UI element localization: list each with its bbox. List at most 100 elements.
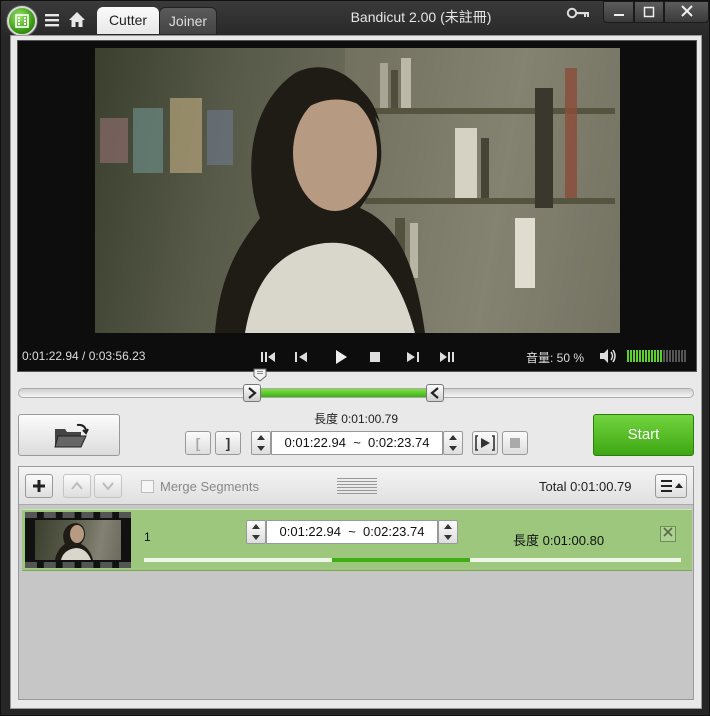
move-up-button[interactable] — [63, 474, 91, 498]
selection-end-handle[interactable] — [426, 384, 444, 402]
prev-keyframe-icon — [261, 352, 275, 362]
folder-open-icon — [54, 423, 89, 448]
next-keyframe-button[interactable] — [436, 347, 458, 367]
volume-level-bar — [663, 350, 665, 362]
merge-segments-label: Merge Segments — [160, 479, 259, 494]
maximize-icon — [643, 6, 655, 18]
segment-progress-bar — [144, 558, 681, 562]
cut-range-field[interactable]: 0:01:22.94 ~ 0:02:23.74 — [271, 431, 443, 455]
segment-row[interactable]: 1 0:01:22.94 ~ 0:02:23.74 長度 0:01:00.80 — [22, 509, 692, 571]
start-button[interactable]: Start — [593, 414, 694, 456]
volume-level-bar — [648, 350, 650, 362]
stop-button[interactable] — [364, 347, 386, 367]
volume-level-bar — [672, 350, 674, 362]
segment-range-field[interactable]: 0:01:22.94 ~ 0:02:23.74 — [266, 520, 438, 544]
play-selection-button[interactable] — [472, 431, 498, 455]
window-title: Bandicut 2.00 (未註冊) — [350, 9, 492, 25]
set-start-button[interactable]: [ — [185, 431, 211, 455]
tab-joiner[interactable]: Joiner — [159, 7, 217, 34]
volume-level-bar — [654, 350, 656, 362]
start-time-value: 0:01:22.94 — [284, 435, 346, 450]
chevron-up-icon — [71, 481, 83, 490]
range-separator: ~ — [353, 435, 361, 450]
minimize-button[interactable] — [603, 1, 634, 23]
next-frame-button[interactable] — [402, 347, 424, 367]
minimize-icon — [613, 14, 624, 16]
volume-level-bar — [684, 350, 686, 362]
volume-level-bar — [651, 350, 653, 362]
volume-level-bar — [633, 350, 635, 362]
segment-toolbar: Merge Segments Total 0:01:00.79 — [19, 467, 693, 505]
segment-range-fill — [332, 558, 470, 562]
segment-length: 長度 0:01:00.80 — [513, 533, 605, 548]
app-logo-icon[interactable] — [7, 6, 37, 36]
add-segment-button[interactable] — [25, 474, 53, 498]
volume-label: 音量: 50 % — [526, 351, 585, 365]
stop-icon — [370, 352, 380, 362]
video-frame[interactable] — [95, 48, 620, 333]
bandicut-window: Cutter Joiner Bandicut 2.00 (未註冊) 0:01:2… — [0, 0, 710, 716]
selection-length-label: 長度 0:01:00.79 — [313, 412, 399, 426]
volume-level-bar — [678, 350, 680, 362]
end-time-stepper[interactable] — [443, 431, 463, 455]
close-button[interactable] — [664, 1, 709, 23]
timeline-selection — [260, 389, 436, 397]
segment-thumbnail — [25, 512, 131, 568]
segment-start-stepper[interactable] — [246, 520, 266, 544]
volume-level-bar — [681, 350, 683, 362]
key-icon[interactable] — [566, 5, 590, 21]
segment-end-time: 0:02:23.74 — [363, 524, 425, 539]
move-down-button[interactable] — [94, 474, 122, 498]
video-player: 0:01:22.94 / 0:03:56.23 音量: 50 % — [17, 40, 697, 372]
volume-level-bar — [630, 350, 632, 362]
list-menu-icon — [661, 480, 683, 492]
stop-selection-button[interactable] — [502, 431, 528, 455]
volume-level-bar — [657, 350, 659, 362]
volume-slider[interactable] — [627, 350, 689, 362]
menu-icon[interactable] — [43, 11, 61, 29]
thumbnail-image — [35, 520, 121, 560]
tab-cutter[interactable]: Cutter — [97, 7, 159, 34]
main-panel: 0:01:22.94 / 0:03:56.23 音量: 50 % 長度 0:01… — [10, 35, 702, 709]
play-button[interactable] — [330, 347, 352, 367]
volume-level-bar — [669, 350, 671, 362]
chevron-down-icon — [102, 482, 114, 491]
volume-level-bar — [627, 350, 629, 362]
maximize-button[interactable] — [634, 1, 664, 23]
list-menu-button[interactable] — [655, 474, 687, 498]
selection-start-handle[interactable] — [243, 384, 261, 402]
prev-frame-icon — [295, 352, 307, 362]
set-end-button[interactable]: ] — [215, 431, 241, 455]
chevron-left-icon — [430, 387, 439, 399]
end-time-value: 0:02:23.74 — [368, 435, 430, 450]
close-icon — [680, 5, 693, 17]
volume-level-bar — [636, 350, 638, 362]
prev-frame-button[interactable] — [290, 347, 312, 367]
segment-end-stepper[interactable] — [438, 520, 458, 544]
chevron-right-icon — [248, 387, 257, 399]
stop-bracket-icon — [510, 438, 520, 448]
volume-level-bar — [660, 350, 662, 362]
play-bracket-icon — [475, 435, 495, 451]
open-file-button[interactable] — [18, 414, 120, 456]
speaker-icon[interactable] — [598, 347, 618, 365]
merge-segments-checkbox[interactable] — [141, 480, 154, 493]
total-length-label: Total 0:01:00.79 — [539, 479, 632, 494]
time-readout: 0:01:22.94 / 0:03:56.23 — [22, 349, 146, 363]
segment-range-separator: ~ — [348, 524, 356, 539]
delete-segment-button[interactable] — [660, 526, 676, 542]
volume-level-bar — [642, 350, 644, 362]
segment-start-time: 0:01:22.94 — [279, 524, 341, 539]
prev-keyframe-button[interactable] — [257, 347, 279, 367]
start-time-stepper[interactable] — [251, 431, 271, 455]
segment-list: Merge Segments Total 0:01:00.79 1 0:01:2… — [18, 466, 694, 700]
playhead-handle[interactable] — [253, 368, 267, 382]
volume-level-bar — [675, 350, 677, 362]
close-icon — [663, 527, 673, 537]
next-frame-icon — [407, 352, 419, 362]
volume-level-bar — [639, 350, 641, 362]
resize-grip[interactable] — [337, 478, 377, 494]
volume-level-bar — [666, 350, 668, 362]
home-icon[interactable] — [67, 10, 87, 30]
segment-index: 1 — [144, 530, 151, 544]
